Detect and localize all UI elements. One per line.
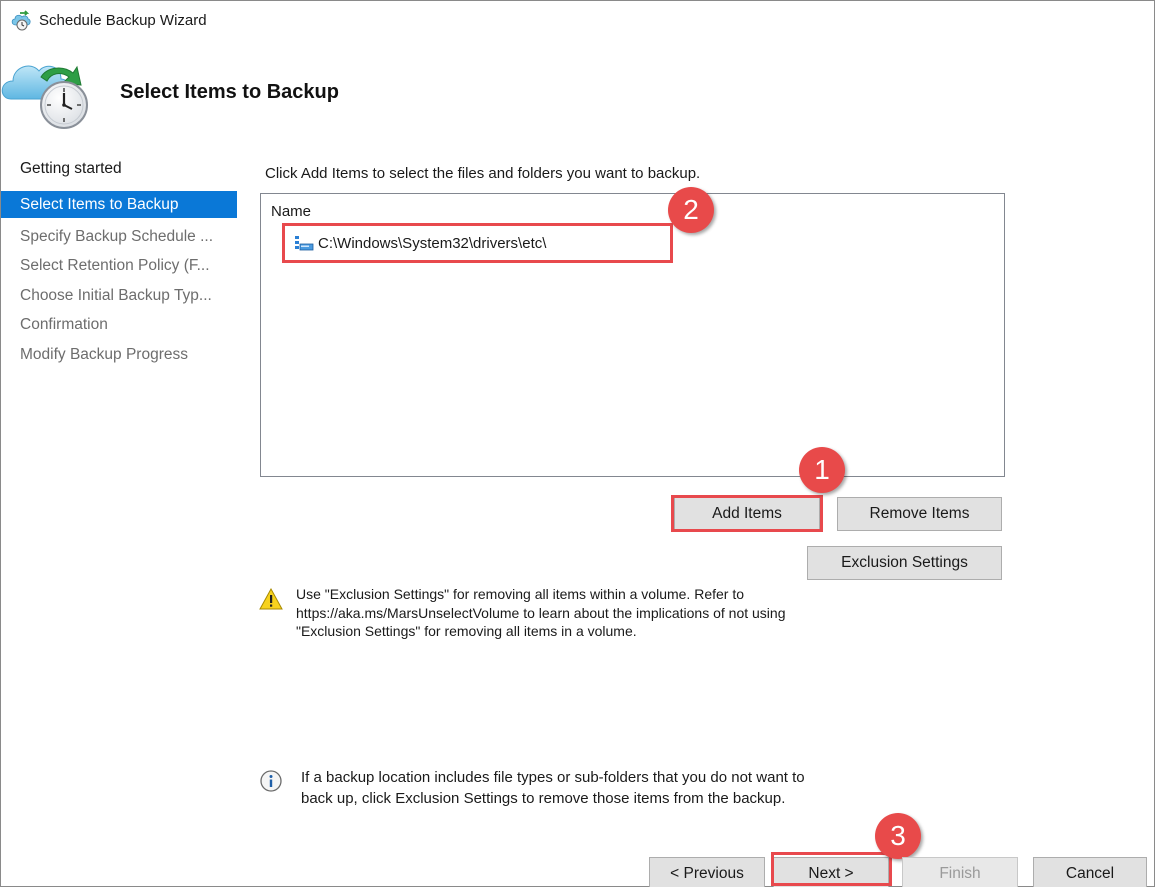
warning-line-1: Use "Exclusion Settings" for removing al… [296,586,745,602]
info-line-1: If a backup location includes file types… [301,769,805,786]
warning-line-2: https://aka.ms/MarsUnselectVolume to lea… [296,604,786,621]
info-line-2: back up, click Exclusion Settings to rem… [301,790,786,807]
cloud-clock-icon [1,65,88,129]
instruction-text: Click Add Items to select the files and … [265,165,701,182]
window-title: Schedule Backup Wizard [39,12,207,29]
wizard-window: Schedule Backup Wizard Select Items to B… [0,0,1155,887]
nav-step-confirmation: Confirmation [20,316,108,333]
warning-icon [259,588,283,610]
nav-step-initial-backup-type: Choose Initial Backup Typ... [20,287,212,304]
nav-step-modify-progress: Modify Backup Progress [20,346,188,363]
step-badge-2: 2 [668,187,714,233]
page-title: Select Items to Backup [120,81,339,103]
remove-items-button[interactable]: Remove Items [837,497,1002,531]
info-icon [260,770,282,792]
cancel-button[interactable]: Cancel [1033,857,1147,887]
exclusion-warning-text: Use "Exclusion Settings" for removing al… [296,585,836,641]
highlight-add-items [671,495,823,532]
nav-step-retention-policy: Select Retention Policy (F... [20,257,210,274]
backup-wizard-icon [11,10,31,31]
list-column-header-name[interactable]: Name [271,203,311,220]
finish-button[interactable]: Finish [902,857,1018,887]
warning-line-3: "Exclusion Settings" for removing all it… [296,623,637,639]
title-bar: Schedule Backup Wizard [1,1,1154,41]
previous-button[interactable]: < Previous [649,857,765,887]
highlight-next [771,852,892,886]
nav-step-backup-schedule: Specify Backup Schedule ... [20,228,214,245]
nav-step-select-items[interactable]: Select Items to Backup [1,191,237,218]
exclusion-settings-button[interactable]: Exclusion Settings [807,546,1002,580]
nav-step-getting-started[interactable]: Getting started [1,155,237,182]
step-badge-1: 1 [799,447,845,493]
step-badge-3: 3 [875,813,921,859]
highlight-list-item [282,223,673,263]
info-hint-text: If a backup location includes file types… [301,767,861,809]
